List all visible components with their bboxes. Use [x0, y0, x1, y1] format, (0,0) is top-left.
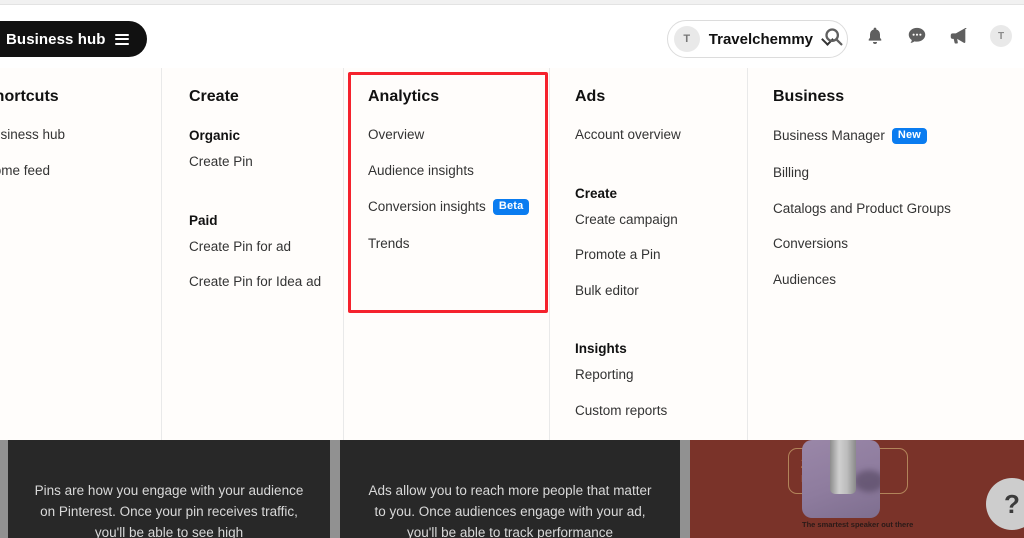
avatar: T — [673, 26, 700, 52]
group-label-organic: Organic — [189, 128, 241, 143]
mega-menu-panel: Shortcuts Business hub Home feed Create … — [0, 68, 1024, 440]
promoted-by-row: Promoted by Electronics brand — [802, 533, 982, 538]
menu-item-label: Conversion insights — [368, 199, 486, 215]
menu-item-label: Create Pin for ad — [189, 238, 292, 254]
account-switcher[interactable]: T Travelchemmy — [666, 20, 848, 58]
menu-item-conversion-insights[interactable]: Conversion insights Beta — [344, 199, 549, 215]
app-screen: Business hub T Travelchemmy T ortcuts si… — [0, 0, 1024, 538]
menu-item-label: Audience insights — [368, 162, 474, 178]
column-title: Create — [189, 88, 239, 105]
speaker-illustration — [830, 440, 856, 494]
business-hub-button[interactable]: Business hub — [0, 21, 147, 57]
promoted-pin-meta: The smartest speaker out there Promoted … — [802, 520, 982, 538]
menu-item-label: Catalogs and Product Groups — [773, 200, 951, 216]
business-hub-label: Business hub — [6, 30, 106, 48]
menu-item-business-hub[interactable]: Business hub — [0, 128, 161, 142]
profile-avatar[interactable]: T — [990, 25, 1012, 47]
column-title: Analytics — [368, 88, 440, 105]
page-content-below: Pins are how you engage with your audien… — [0, 440, 1024, 538]
info-card-text: Ads allow you to reach more people that … — [368, 483, 652, 538]
menu-item-business-manager[interactable]: Business Manager New — [748, 128, 1024, 144]
group-label-paid: Paid — [189, 212, 218, 228]
menu-item-label: Create Pin for Idea ad — [189, 274, 322, 289]
menu-item-audience-insights[interactable]: Audience insights — [344, 162, 549, 178]
product-image — [802, 440, 880, 518]
menu-item-label: Home feed — [0, 162, 51, 178]
menu-item-label: Trends — [368, 236, 410, 251]
menu-item-label: Custom reports — [575, 402, 668, 418]
group-label-create: Create — [575, 185, 618, 201]
column-title: Business — [773, 88, 845, 105]
column-title: Ads — [575, 88, 606, 105]
menu-item-label: Business hub — [0, 127, 66, 142]
menu-item-custom-reports[interactable]: Custom reports — [550, 402, 747, 418]
beta-badge: Beta — [492, 199, 530, 215]
menu-item-promote-a-pin[interactable]: Promote a Pin — [550, 248, 747, 262]
menu-item-reporting[interactable]: Reporting — [550, 368, 747, 382]
menu-column-create: Create Organic Create Pin Paid Create Pi… — [161, 68, 343, 440]
menu-item-label: Billing — [773, 165, 810, 180]
account-name: Travelchemmy — [708, 30, 813, 48]
bell-icon[interactable] — [864, 25, 886, 47]
menu-item-catalogs-and-product-groups[interactable]: Catalogs and Product Groups — [748, 200, 1024, 216]
menu-item-create-pin-for-idea-ad[interactable]: Create Pin for Idea ad — [162, 275, 343, 289]
menu-item-create-campaign[interactable]: Create campaign — [550, 211, 747, 227]
info-card-text: Pins are how you engage with your audien… — [34, 483, 304, 538]
new-badge: New — [891, 128, 928, 144]
menu-item-account-overview[interactable]: Account overview — [550, 128, 747, 142]
menu-item-create-pin-for-ad[interactable]: Create Pin for ad — [162, 238, 343, 254]
menu-item-label: Overview — [368, 127, 425, 142]
menu-item-bulk-editor[interactable]: Bulk editor — [550, 282, 747, 298]
menu-item-label: Bulk editor — [575, 282, 639, 298]
menu-item-audiences[interactable]: Audiences — [748, 271, 1024, 287]
column-title: Shortcuts — [0, 88, 59, 105]
promoted-pin-card: 276 Link clicks The smartest speaker out… — [690, 440, 1024, 538]
menu-item-trends[interactable]: Trends — [344, 237, 549, 251]
menu-column-shortcuts: Shortcuts Business hub Home feed — [0, 68, 161, 440]
search-icon[interactable] — [822, 25, 844, 47]
menu-column-ads: Ads Account overview Create Create campa… — [549, 68, 747, 440]
menu-item-home-feed[interactable]: Home feed — [0, 162, 161, 178]
menu-item-label: Promote a Pin — [575, 247, 661, 262]
hamburger-menu-icon[interactable] — [114, 33, 129, 45]
menu-item-label: Create campaign — [575, 211, 678, 227]
info-card-pins: Pins are how you engage with your audien… — [8, 440, 330, 538]
megaphone-icon[interactable] — [948, 25, 970, 47]
menu-item-label: Reporting — [575, 367, 634, 382]
menu-item-billing[interactable]: Billing — [748, 166, 1024, 180]
menu-item-label: Create Pin — [189, 154, 253, 169]
app-header: Business hub T Travelchemmy T — [0, 5, 1024, 68]
group-label-insights: Insights — [575, 341, 627, 356]
menu-item-label: Business Manager — [773, 128, 885, 144]
speaker-shadow — [854, 470, 880, 492]
info-card-ads: Ads allow you to reach more people that … — [340, 440, 680, 538]
menu-item-create-pin[interactable]: Create Pin — [162, 155, 343, 169]
menu-item-label: Conversions — [773, 236, 849, 251]
menu-item-conversions[interactable]: Conversions — [748, 237, 1024, 251]
chat-icon[interactable] — [906, 25, 928, 47]
header-icon-group: T — [822, 25, 1012, 47]
menu-column-business: Business Business Manager New Billing Ca… — [747, 68, 1024, 440]
menu-item-overview[interactable]: Overview — [344, 128, 549, 142]
menu-column-analytics: Analytics Overview Audience insights Con… — [343, 68, 549, 440]
menu-item-label: Audiences — [773, 271, 837, 287]
menu-item-label: Account overview — [575, 127, 681, 142]
promoted-pin-title: The smartest speaker out there — [802, 520, 914, 529]
